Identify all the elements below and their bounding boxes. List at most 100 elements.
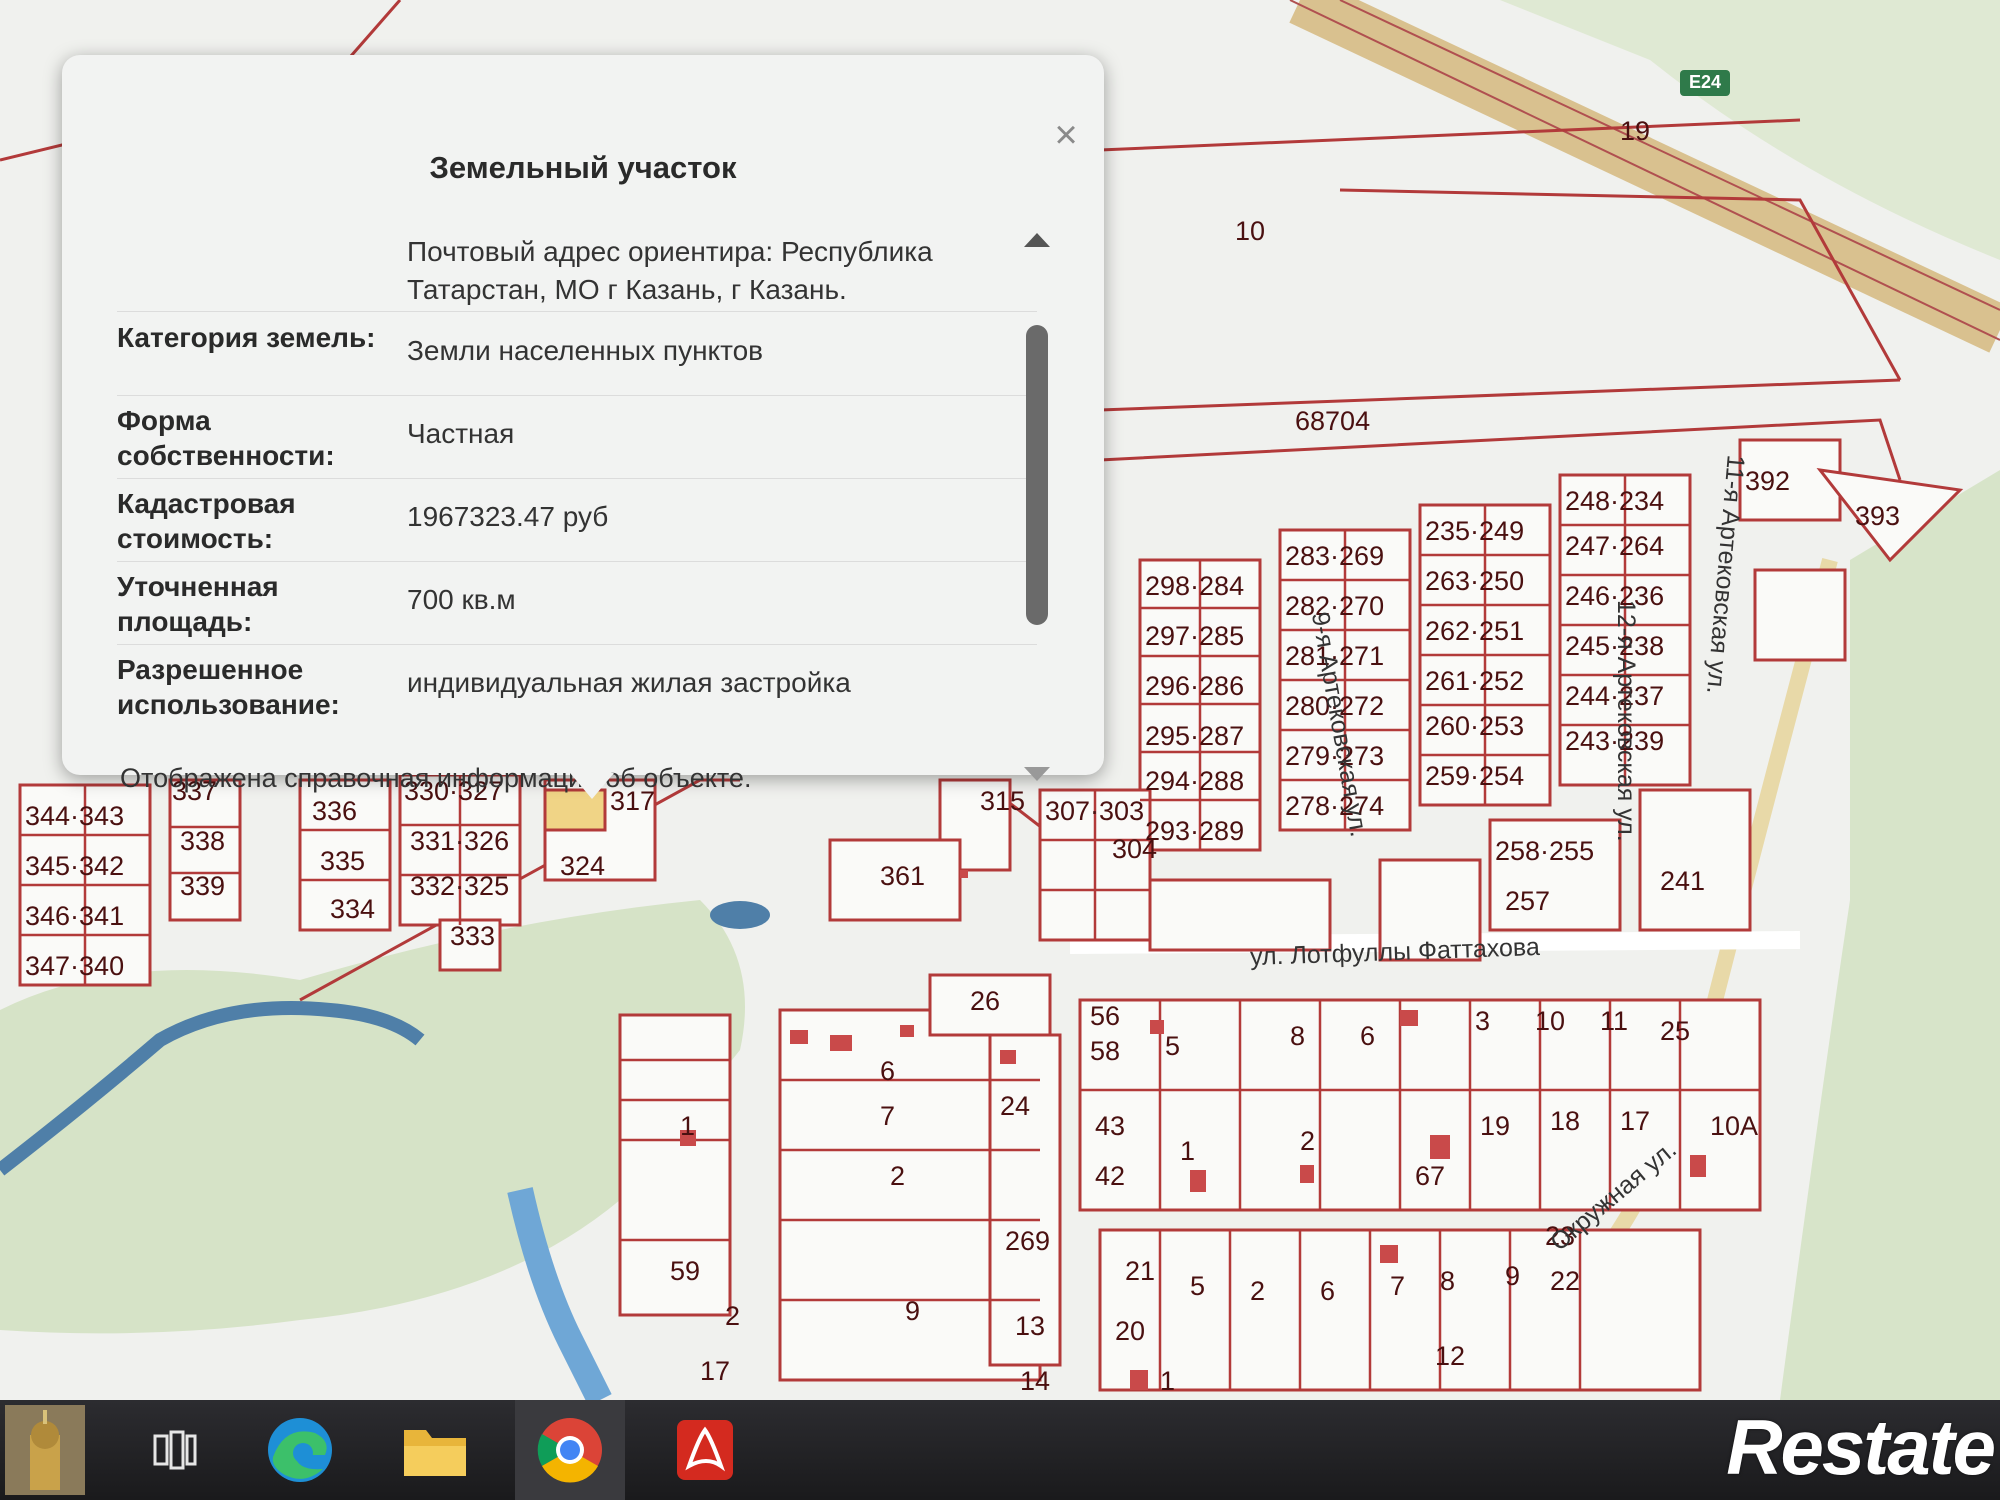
svg-text:18: 18 [1550, 1106, 1580, 1136]
svg-text:13: 13 [1015, 1311, 1045, 1341]
svg-text:11: 11 [1600, 1006, 1628, 1036]
svg-text:263·250: 263·250 [1425, 566, 1524, 596]
svg-text:25: 25 [1660, 1016, 1690, 1046]
svg-text:283·269: 283·269 [1285, 541, 1384, 571]
info-row-cadastral-cost: Кадастровая стоимость: 1967323.47 руб [117, 486, 1037, 562]
info-label: Категория земель: [117, 322, 376, 353]
svg-text:10: 10 [1535, 1006, 1565, 1036]
taskbar [0, 1400, 2000, 1500]
svg-text:258·255: 258·255 [1495, 836, 1594, 866]
scroll-up-arrow-icon[interactable] [1024, 233, 1050, 247]
info-label: Уточненная площадь: [117, 571, 279, 637]
info-row-ownership: Форма собственности: Частная [117, 403, 1037, 479]
start-thumbnail-icon[interactable] [0, 1400, 90, 1500]
svg-text:6: 6 [1320, 1276, 1335, 1306]
svg-text:59: 59 [670, 1256, 700, 1286]
svg-text:269: 269 [1005, 1226, 1050, 1256]
svg-text:345·342: 345·342 [25, 851, 124, 881]
svg-text:235·249: 235·249 [1425, 516, 1524, 546]
svg-text:259·254: 259·254 [1425, 761, 1524, 791]
svg-text:297·285: 297·285 [1145, 621, 1244, 651]
svg-text:1: 1 [680, 1111, 695, 1141]
svg-text:248·234: 248·234 [1565, 486, 1664, 516]
svg-text:5: 5 [1190, 1271, 1205, 1301]
acrobat-icon[interactable] [650, 1400, 760, 1500]
svg-text:2: 2 [725, 1301, 740, 1331]
svg-text:21: 21 [1125, 1256, 1155, 1286]
svg-text:392: 392 [1745, 466, 1790, 496]
svg-text:298·284: 298·284 [1145, 571, 1244, 601]
scrollbar-thumb[interactable] [1026, 325, 1048, 625]
svg-text:43: 43 [1095, 1111, 1125, 1141]
svg-text:247·264: 247·264 [1565, 531, 1664, 561]
svg-text:347·340: 347·340 [25, 951, 124, 981]
svg-text:68704: 68704 [1295, 406, 1370, 436]
svg-text:19: 19 [1620, 116, 1650, 146]
svg-text:58: 58 [1090, 1036, 1120, 1066]
svg-text:315: 315 [980, 786, 1025, 816]
svg-text:2: 2 [890, 1161, 905, 1191]
svg-text:42: 42 [1095, 1161, 1125, 1191]
svg-text:2: 2 [1250, 1276, 1265, 1306]
street-label-12-artekovskaya: 12-я Артековская ул. [1612, 600, 1640, 842]
svg-text:26: 26 [970, 986, 1000, 1016]
svg-text:2: 2 [1300, 1126, 1315, 1156]
svg-text:6: 6 [880, 1056, 895, 1086]
svg-text:334: 334 [330, 894, 375, 924]
svg-text:294·288: 294·288 [1145, 766, 1244, 796]
svg-text:262·251: 262·251 [1425, 616, 1524, 646]
svg-text:339: 339 [180, 871, 225, 901]
svg-text:324: 324 [560, 851, 605, 881]
svg-text:5: 5 [1165, 1031, 1180, 1061]
area-value: 700 кв.м [407, 584, 516, 615]
svg-text:7: 7 [880, 1101, 895, 1131]
svg-text:393: 393 [1855, 501, 1900, 531]
restate-watermark-logo: Restate [1726, 1403, 1996, 1491]
svg-text:293·289: 293·289 [1145, 816, 1244, 846]
svg-text:344·343: 344·343 [25, 801, 124, 831]
svg-text:331·326: 331·326 [410, 826, 509, 856]
svg-text:8: 8 [1290, 1021, 1305, 1051]
svg-text:332·325: 332·325 [410, 871, 509, 901]
svg-text:17: 17 [1620, 1106, 1650, 1136]
svg-text:17: 17 [700, 1356, 730, 1386]
file-explorer-icon[interactable] [380, 1400, 490, 1500]
popup-pointer [570, 773, 614, 799]
close-icon[interactable]: × [1048, 115, 1084, 155]
svg-text:19: 19 [1480, 1111, 1510, 1141]
task-view-icon[interactable] [120, 1400, 230, 1500]
chrome-icon[interactable] [515, 1400, 625, 1500]
svg-text:6: 6 [1360, 1021, 1375, 1051]
svg-text:8: 8 [1440, 1266, 1455, 1296]
svg-text:22: 22 [1550, 1266, 1580, 1296]
svg-text:20: 20 [1115, 1316, 1145, 1346]
cadastral-cost-value: 1967323.47 руб [407, 501, 609, 532]
svg-text:361: 361 [880, 861, 925, 891]
road-badge: E24 [1688, 72, 1722, 92]
svg-text:24: 24 [1000, 1091, 1030, 1121]
svg-text:296·286: 296·286 [1145, 671, 1244, 701]
svg-text:9: 9 [905, 1296, 920, 1326]
land-category-value: Земли населенных пунктов [407, 335, 764, 366]
svg-text:346·341: 346·341 [25, 901, 124, 931]
svg-text:12: 12 [1435, 1341, 1465, 1371]
edge-icon[interactable] [245, 1400, 355, 1500]
info-label: Форма собственности: [117, 405, 335, 471]
info-row-category: Категория земель: Земли населенных пункт… [117, 320, 1037, 396]
svg-text:336: 336 [312, 796, 357, 826]
popup-title: Земельный участок [429, 150, 737, 185]
svg-text:56: 56 [1090, 1001, 1120, 1031]
scroll-down-arrow-icon[interactable] [1024, 767, 1050, 781]
svg-text:257: 257 [1505, 886, 1550, 916]
svg-text:7: 7 [1390, 1271, 1405, 1301]
svg-text:14: 14 [1020, 1366, 1050, 1396]
svg-text:304: 304 [1112, 834, 1157, 864]
svg-text:9: 9 [1505, 1261, 1520, 1291]
svg-text:1: 1 [1160, 1366, 1175, 1396]
info-label: Разрешенное использование: [117, 654, 340, 720]
svg-text:67: 67 [1415, 1161, 1445, 1191]
ownership-value: Частная [407, 418, 515, 449]
svg-text:261·252: 261·252 [1425, 666, 1524, 696]
svg-text:1: 1 [1180, 1136, 1195, 1166]
postal-address-value: Почтовый адрес ориентира: Республика Тат… [407, 236, 933, 305]
